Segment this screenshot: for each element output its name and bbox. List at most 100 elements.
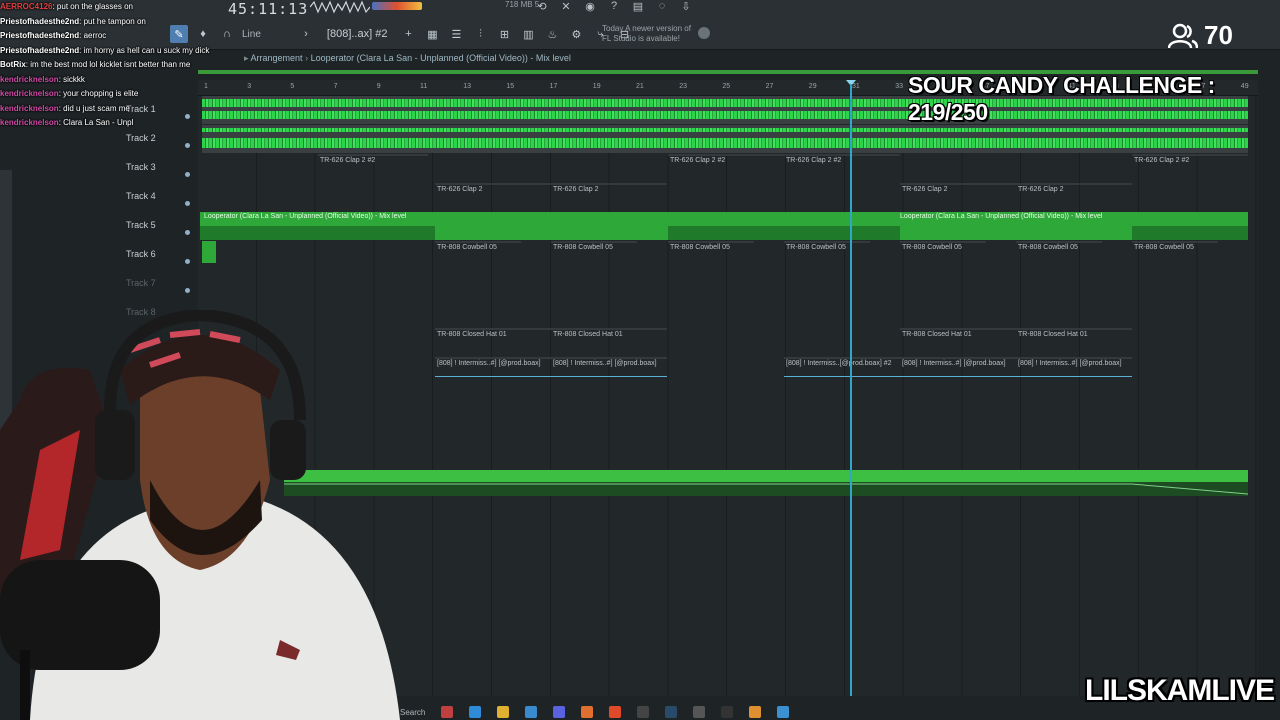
news-panel[interactable]: Today A newer version of FL Studio is av… [602,24,691,44]
chat-message: Priestofhadesthe2nd: put he tampon on [0,15,250,30]
chat-text: : sickkk [58,74,85,84]
automation-clip[interactable] [284,470,1248,482]
volume-meter [372,2,422,10]
track-led-icon[interactable] [185,201,190,206]
brave-icon[interactable] [609,706,622,718]
channel-rack-icon[interactable]: ⊞ [495,25,513,43]
undo-icon[interactable]: ⟲ [535,0,549,13]
fl-studio-icon[interactable] [749,706,762,718]
breadcrumb-root[interactable]: Arrangement [251,53,303,63]
cut-icon[interactable]: ✕ [559,0,573,13]
automation-curve [284,483,1249,495]
clip-label: TR-808 Cowbell 05 [786,244,846,251]
ruler-tick: 29 [808,83,817,90]
browser-icon[interactable]: ▥ [519,25,537,43]
small-audio-clip[interactable] [202,241,216,263]
clip-intermiss[interactable]: [808] ! Intermiss..#] [@prod.boax] [900,357,1016,385]
chat-username: Priestofhadesthe2nd [0,45,80,55]
track-name: Track 7 [126,278,156,288]
clip-cowbell[interactable]: TR-808 Cowbell 05 [668,241,754,269]
clip-intermiss[interactable]: [808] ! Intermiss..#] [@prod.boax] [1016,357,1132,385]
steam-icon[interactable] [665,706,678,718]
taskbar-app-icon[interactable] [581,706,594,718]
plugin-icon[interactable]: ♨ [543,25,561,43]
clip-intermiss[interactable]: [808] ! Intermiss..[@prod.boax] #2 [784,357,900,385]
taskbar-app-icon[interactable] [693,706,706,718]
chat-username: Priestofhadesthe2nd [0,31,80,40]
arrow-right-icon[interactable]: › [297,25,315,43]
clip-cowbell[interactable]: TR-808 Cowbell 05 [784,241,870,269]
ruler-tick: 21 [636,83,644,90]
clip-label: TR-808 Cowbell 05 [1134,244,1194,251]
save-icon[interactable]: ▤ [631,0,645,13]
clip-clap[interactable]: TR-626 Clap 2 #2 [784,154,900,182]
help-icon[interactable]: ? [607,0,621,12]
track-header[interactable]: Track 5 [110,212,198,241]
taskbar-app-icon[interactable] [777,706,790,718]
clip-cowbell[interactable]: TR-808 Cowbell 05 [1016,241,1102,269]
track-header[interactable]: Track 7 [110,270,198,299]
taskbar-search[interactable]: Search [400,708,425,717]
piano-roll-icon[interactable]: ▦ [423,25,441,43]
clip-intermiss[interactable]: [808] ! Intermiss..#] [@prod.boax] [435,357,551,385]
clip-clap[interactable]: TR-626 Clap 2 #2 [668,154,784,182]
store-icon[interactable] [525,706,538,718]
clip-label: TR-808 Closed Hat 01 [553,331,623,338]
clip-label: TR-808 Closed Hat 01 [902,331,972,338]
track-led-icon[interactable] [185,288,190,293]
clip-closed-hat[interactable]: TR-808 Closed Hat 01 [435,328,551,356]
script-icon[interactable]: ⚙ [567,25,585,43]
track-header[interactable]: Track 6 [110,241,198,270]
clip-clap[interactable]: TR-626 Clap 2 #2 [318,154,428,182]
clip-label: TR-626 Clap 2 [1018,186,1064,193]
mic-icon[interactable]: ◉ [583,0,597,13]
audio-clip-track2[interactable] [202,125,1248,153]
ruler-tick: 31 [852,83,860,90]
clip-clap[interactable]: TR-626 Clap 2 [551,183,667,211]
obs-icon[interactable] [637,706,650,718]
pattern-selector[interactable]: [808]..ax] #2 [321,28,394,40]
clip-label: TR-626 Clap 2 #2 [320,157,376,164]
chat-username: kendricknelson [0,89,59,98]
ruler-tick: 5 [290,83,295,90]
ruler-tick: 25 [722,83,731,90]
viewer-count-number: 70 [1204,20,1233,50]
chat-text: : im horny as hell can u suck my dick [79,45,210,55]
track-led-icon[interactable] [185,172,190,177]
taskbar-app-icon[interactable] [441,706,454,718]
clip-clap[interactable]: TR-626 Clap 2 [435,183,551,211]
playlist-icon[interactable]: ☰ [447,25,465,43]
breadcrumb-item[interactable]: Looperator (Clara La San - Unplanned (Of… [311,53,571,63]
clip-cowbell[interactable]: TR-808 Cowbell 05 [551,241,637,269]
news-settings-icon[interactable] [698,27,710,39]
clip-closed-hat[interactable]: TR-808 Closed Hat 01 [900,328,1016,356]
clip-cowbell[interactable]: TR-808 Cowbell 05 [435,241,521,269]
clip-cowbell[interactable]: TR-808 Cowbell 05 [1132,241,1218,269]
clip-closed-hat[interactable]: TR-808 Closed Hat 01 [551,328,667,356]
ruler-tick: 7 [333,83,338,90]
clip-intermiss[interactable]: [808] ! Intermiss..#] [@prod.boax] [551,357,667,385]
chat-message: kendricknelson: Clara La San - Unpl [0,116,250,131]
clip-clap[interactable]: TR-626 Clap 2 #2 [1132,154,1248,182]
clip-cowbell[interactable]: TR-808 Cowbell 05 [900,241,986,269]
automation-envelope [284,482,1249,496]
chat-text: : Clara La San - Unpl [58,118,134,127]
clip-clap[interactable]: TR-626 Clap 2 [900,183,1016,211]
track-header[interactable]: Track 4 [110,183,198,212]
taskbar-app-icon[interactable] [721,706,734,718]
playhead[interactable] [850,84,852,696]
webcam-feed [0,310,400,720]
mixer-icon[interactable]: ⫶ [471,25,489,43]
screen: 45:11:13 718 MB 5 ⟲ ✕ ◉ ? ▤ ◌ ⇩ ✎ ♦ ∩ Li… [0,0,1280,720]
chat-icon[interactable]: ◌ [655,0,669,12]
folder-icon[interactable] [497,706,510,718]
clip-clap[interactable]: TR-626 Clap 2 [1016,183,1132,211]
track-led-icon[interactable] [185,230,190,235]
track-led-icon[interactable] [185,259,190,264]
add-pattern-icon[interactable]: + [399,25,417,43]
chat-username: kendricknelson [0,103,59,113]
clip-closed-hat[interactable]: TR-808 Closed Hat 01 [1016,328,1132,356]
edge-icon[interactable] [469,706,482,718]
export-icon[interactable]: ⇩ [679,0,693,13]
discord-icon[interactable] [553,706,566,718]
